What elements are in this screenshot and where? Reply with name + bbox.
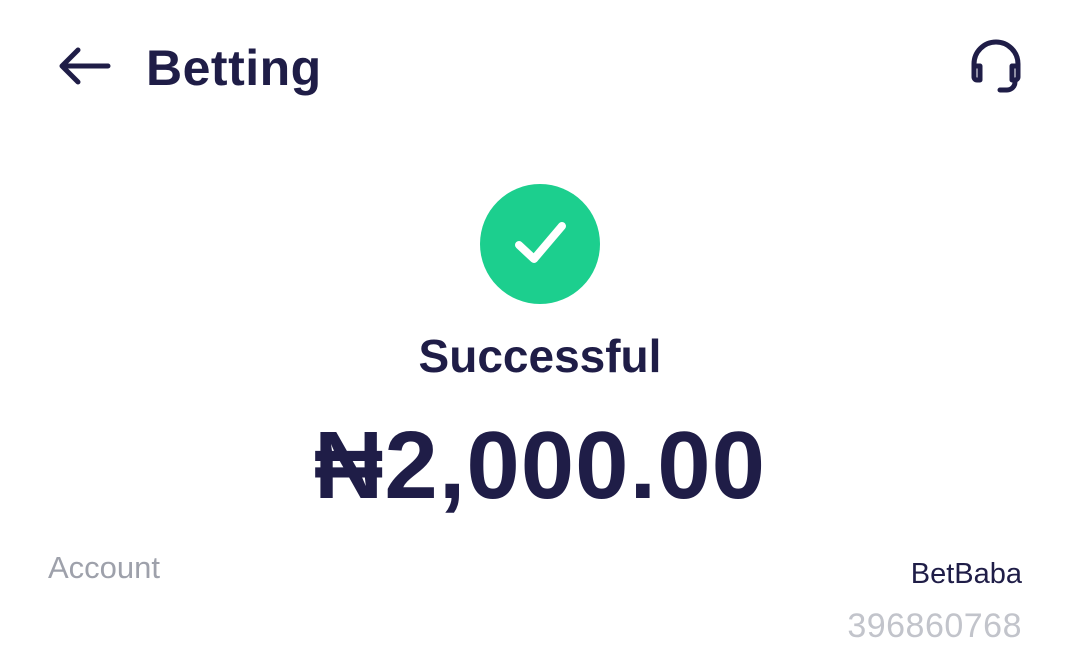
- page-title: Betting: [146, 40, 322, 96]
- top-bar: Betting: [0, 0, 1074, 130]
- success-badge: [480, 184, 600, 304]
- support-button[interactable]: [962, 34, 1030, 98]
- transaction-amount: ₦2,000.00: [313, 412, 766, 519]
- account-label: Account: [48, 550, 161, 585]
- account-number: 396860768: [847, 607, 1022, 645]
- back-button[interactable]: [52, 38, 116, 94]
- arrow-left-icon: [59, 47, 111, 85]
- account-name: BetBaba: [910, 558, 1022, 590]
- checkmark-icon: [515, 222, 566, 263]
- headset-icon: [971, 39, 1021, 93]
- status-label: Successful: [418, 330, 662, 382]
